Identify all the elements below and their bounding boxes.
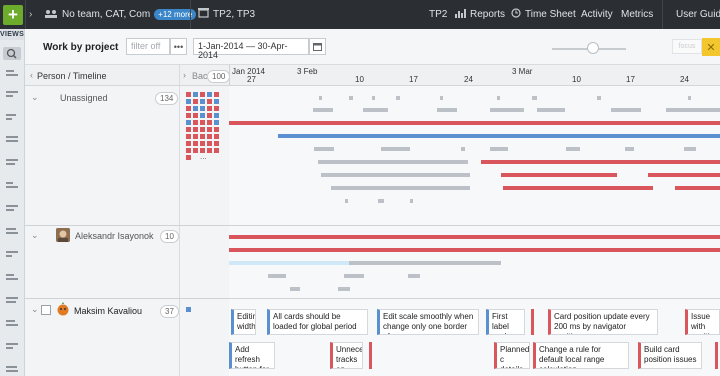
view-item-9[interactable] (6, 251, 18, 261)
date-range-input[interactable]: 1-Jan-2014 — 30-Apr-2014 (193, 38, 309, 60)
view-icon (6, 320, 18, 330)
view-icon (6, 91, 18, 101)
view-item-3[interactable] (6, 114, 18, 124)
view-item-4[interactable] (6, 136, 18, 146)
avatar (56, 302, 70, 316)
task-card[interactable]: Add refresh button for (229, 342, 275, 369)
nav-timesheet[interactable]: Time Sheet (525, 9, 576, 20)
view-icon (6, 114, 18, 124)
view-item-1[interactable] (6, 70, 18, 80)
calendar-icon (313, 43, 322, 51)
view-icon (6, 182, 18, 192)
person-timeline-header: Person / Timeline (37, 71, 107, 81)
view-icon (6, 159, 18, 169)
nav-reports[interactable]: Reports (470, 9, 505, 20)
backlog-count: 100 (207, 70, 231, 83)
view-icon (6, 297, 18, 307)
nav-activity[interactable]: Activity (581, 9, 613, 20)
task-card[interactable]: First label scale shor (486, 309, 525, 335)
month-label: 3 Mar (512, 67, 533, 76)
view-item-10[interactable] (6, 274, 18, 284)
select-person-checkbox[interactable] (41, 305, 51, 315)
view-icon (6, 205, 18, 215)
task-card[interactable]: Issue with position (685, 309, 720, 335)
view-icon (6, 251, 18, 261)
task-card[interactable]: Change a rule for default local range ca… (533, 342, 629, 369)
view-icon (6, 366, 18, 376)
team-selector[interactable]: No team, CAT, Com (62, 9, 150, 20)
search-icon (6, 48, 17, 59)
view-item-5[interactable] (6, 159, 18, 169)
add-button[interactable]: + (3, 4, 23, 25)
view-item-13[interactable] (6, 343, 18, 353)
view-item-12[interactable] (6, 320, 18, 330)
group-count: 10 (160, 230, 179, 243)
views-label: VIEWS (0, 29, 25, 40)
expand-backlog-icon[interactable]: › (183, 70, 186, 80)
view-item-7[interactable] (6, 205, 18, 215)
top-nav-bar: + › No team, CAT, Com +12 more TP2, TP3 … (0, 0, 720, 29)
view-icon (6, 70, 18, 80)
view-item-6[interactable] (6, 182, 18, 192)
filter-input[interactable]: filter off (126, 38, 170, 55)
chevron-right-icon[interactable]: › (29, 9, 32, 20)
bug-marker (369, 342, 372, 369)
search-views-button[interactable] (3, 47, 21, 60)
bug-marker (531, 309, 534, 335)
day-label: 27 (247, 75, 256, 84)
clock-icon (511, 8, 521, 21)
group-count: 134 (155, 92, 179, 105)
group-name: Aleksandr Isayonok (75, 231, 154, 241)
user-guide-link[interactable]: User Guide (676, 9, 720, 20)
day-label: 24 (680, 75, 689, 84)
day-label: 10 (572, 75, 581, 84)
day-label: 10 (355, 75, 364, 84)
view-item-11[interactable] (6, 297, 18, 307)
filter-menu-button[interactable]: ••• (170, 38, 187, 55)
page-title: Work by project (43, 42, 119, 53)
view-icon (6, 136, 18, 146)
timeline-header (25, 65, 720, 86)
nav-tp2[interactable]: TP2 (429, 9, 447, 20)
group-name: Maksim Kavaliou (74, 306, 143, 316)
view-icon (6, 228, 18, 238)
close-focus-button[interactable]: ✕ (702, 38, 720, 56)
views-sidebar: VIEWS (0, 29, 25, 376)
task-card[interactable]: Editin width (231, 309, 256, 335)
nav-metrics[interactable]: Metrics (621, 9, 653, 20)
team-icon (44, 9, 58, 21)
view-item-8[interactable] (6, 228, 18, 238)
task-card[interactable]: All cards should be loaded for global pe… (267, 309, 368, 335)
bug-marker (715, 342, 718, 369)
collapse-group-icon[interactable]: ⌄ (31, 230, 39, 241)
view-icon (6, 343, 18, 353)
collapse-left-icon[interactable]: ‹ (30, 70, 33, 80)
group-count: 37 (160, 305, 179, 318)
task-card[interactable]: Unneces tracks an (330, 342, 363, 369)
backlog-header: Bac (192, 71, 208, 81)
calendar-button[interactable] (309, 38, 326, 55)
collapse-group-icon[interactable]: ⌄ (31, 92, 39, 103)
collapse-group-icon[interactable]: ⌄ (31, 304, 39, 315)
project-selector[interactable]: TP2, TP3 (213, 9, 255, 20)
task-card[interactable]: Build card position issues (638, 342, 702, 369)
view-item-2[interactable] (6, 91, 18, 101)
day-label: 17 (626, 75, 635, 84)
group-name: Unassigned (60, 93, 108, 103)
backlog-square (186, 307, 191, 312)
task-card[interactable]: Planned c details are (494, 342, 530, 369)
month-label: 3 Feb (297, 67, 318, 76)
view-item-14[interactable] (6, 366, 18, 376)
zoom-slider-handle[interactable] (587, 42, 599, 54)
focus-button[interactable]: focus (672, 39, 702, 54)
view-icon (6, 274, 18, 284)
reports-icon (455, 8, 466, 21)
day-label: 17 (409, 75, 418, 84)
task-card[interactable]: Card position update every 200 ms by nav… (548, 309, 658, 335)
project-icon (198, 8, 209, 21)
avatar (56, 228, 70, 242)
task-card[interactable]: Edit scale smoothly when change only one… (377, 309, 479, 335)
day-label: 24 (464, 75, 473, 84)
